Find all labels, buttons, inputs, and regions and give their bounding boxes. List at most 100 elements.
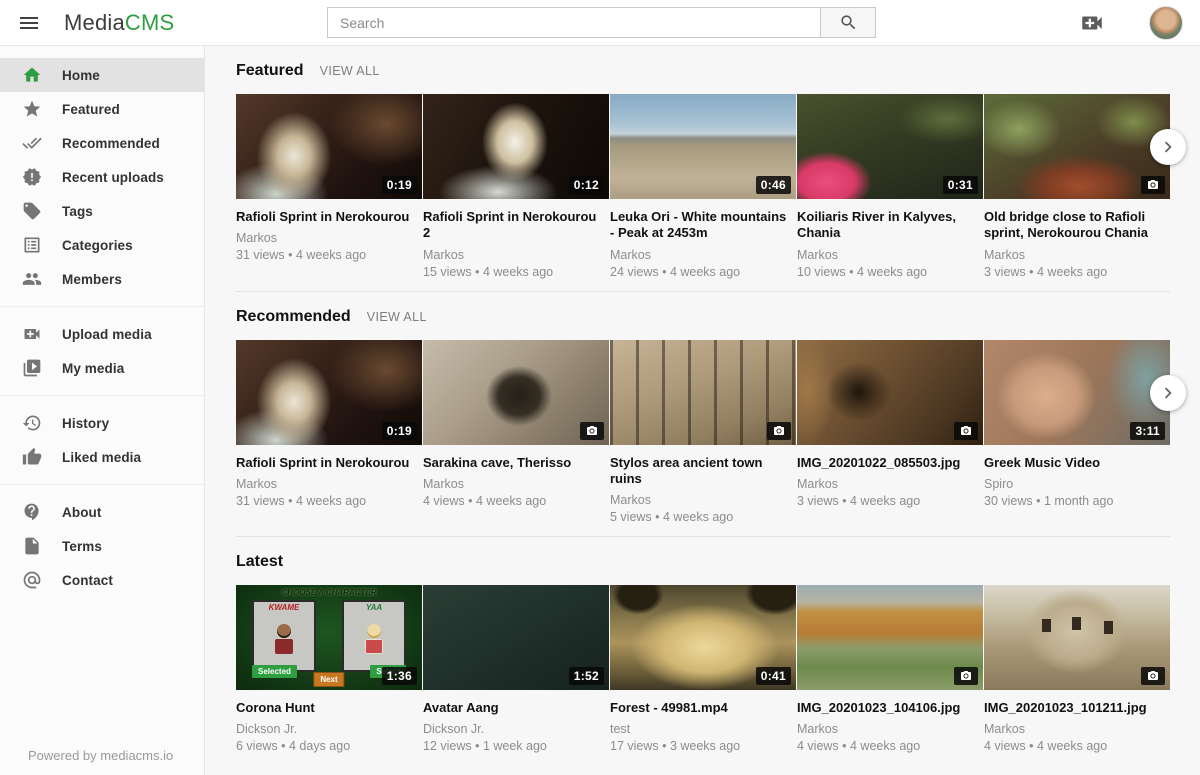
sidebar-item-featured[interactable]: Featured (0, 92, 204, 126)
sidebar-item-upload-media[interactable]: Upload media (0, 317, 204, 351)
media-author[interactable]: test (610, 722, 796, 736)
media-author[interactable]: Dickson Jr. (236, 722, 422, 736)
sidebar-group: Upload mediaMy media (0, 306, 204, 389)
search-button[interactable] (821, 7, 876, 38)
media-thumbnail[interactable] (797, 340, 983, 445)
media-author[interactable]: Markos (236, 477, 422, 491)
media-author[interactable]: Markos (423, 248, 609, 262)
media-title[interactable]: IMG_20201023_101211.jpg (984, 700, 1170, 716)
media-title[interactable]: Old bridge close to Rafioli sprint, Nero… (984, 209, 1170, 242)
media-author[interactable]: Markos (610, 493, 796, 507)
duration-badge: 0:12 (569, 176, 604, 194)
media-author[interactable]: Markos (797, 248, 983, 262)
sidebar-item-my-media[interactable]: My media (0, 351, 204, 385)
media-title[interactable]: Rafioli Sprint in Nerokourou 2 (423, 209, 609, 242)
media-card[interactable]: Stylos area ancient town ruinsMarkos5 vi… (610, 340, 796, 525)
media-author[interactable]: Dickson Jr. (423, 722, 609, 736)
media-thumbnail[interactable]: 0:12 (423, 94, 609, 199)
media-card[interactable]: 3:11 Greek Music Video Spiro 30 views • 1 m… (984, 340, 1170, 525)
media-card[interactable]: 0:46 Leuka Ori - White mountains - Peak a… (610, 94, 796, 279)
duration-badge: 0:31 (943, 176, 978, 194)
sidebar-item-recommended[interactable]: Recommended (0, 126, 204, 160)
view-all-link[interactable]: VIEW ALL (320, 64, 380, 78)
media-card[interactable]: 0:41Forest - 49981.mp4test17 views • 3 w… (610, 585, 796, 753)
media-title[interactable]: Sarakina cave, Therisso (423, 455, 609, 471)
media-author[interactable]: Markos (797, 477, 983, 491)
sidebar-item-members[interactable]: Members (0, 262, 204, 296)
media-author[interactable]: Markos (236, 231, 422, 245)
media-thumbnail[interactable]: 0:41 (610, 585, 796, 690)
media-thumbnail[interactable]: 0:19 (236, 340, 422, 445)
media-card[interactable]: 0:19Rafioli Sprint in NerokourouMarkos31… (236, 94, 422, 279)
sidebar-item-contact[interactable]: Contact (0, 563, 204, 597)
media-card[interactable]: 1:52Avatar AangDickson Jr.12 views • 1 w… (423, 585, 609, 753)
media-card[interactable]: Old bridge close to Rafioli sprint, Nero… (984, 94, 1170, 279)
menu-button[interactable] (16, 11, 42, 35)
media-title[interactable]: Leuka Ori - White mountains - Peak at 24… (610, 209, 796, 242)
scroll-next-button[interactable] (1150, 129, 1186, 165)
photo-badge (767, 422, 791, 440)
sidebar-item-categories[interactable]: Categories (0, 228, 204, 262)
media-views-date: 30 views • 1 month ago (984, 494, 1170, 508)
media-card[interactable]: IMG_20201023_101211.jpgMarkos4 views • 4… (984, 585, 1170, 753)
game-heading-text: CHOOSE A CHARACTER (236, 588, 422, 597)
star-icon (22, 99, 42, 119)
search-bar (327, 7, 876, 38)
media-title[interactable]: Forest - 49981.mp4 (610, 700, 796, 716)
media-card[interactable]: Sarakina cave, TherissoMarkos4 views • 4… (423, 340, 609, 525)
media-thumbnail[interactable]: 0:46 (610, 94, 796, 199)
media-card[interactable]: 0:12 Rafioli Sprint in Nerokourou 2 Markos… (423, 94, 609, 279)
sidebar-item-history[interactable]: History (0, 406, 204, 440)
view-all-link[interactable]: VIEW ALL (367, 310, 427, 324)
sidebar-item-home[interactable]: Home (0, 58, 204, 92)
scroll-next-button[interactable] (1150, 375, 1186, 411)
search-input[interactable] (327, 7, 821, 38)
media-author[interactable]: Markos (984, 722, 1170, 736)
game-character-sprite (275, 624, 293, 654)
media-title[interactable]: Greek Music Video (984, 455, 1170, 471)
duration-badge: 0:19 (382, 176, 417, 194)
sidebar-item-about[interactable]: About (0, 495, 204, 529)
media-title[interactable]: Rafioli Sprint in Nerokourou (236, 455, 422, 471)
duration-badge: 0:41 (756, 667, 791, 685)
logo[interactable]: MediaCMS (64, 10, 174, 36)
media-thumbnail[interactable]: 3:11 (984, 340, 1170, 445)
upload-media-button[interactable] (1079, 10, 1105, 36)
media-author[interactable]: Spiro (984, 477, 1170, 491)
media-title[interactable]: Koiliaris River in Kalyves, Chania (797, 209, 983, 242)
media-title[interactable]: IMG_20201022_085503.jpg (797, 455, 983, 471)
media-thumbnail[interactable]: CHOOSE A CHARACTERKWAMEYAASelectedNextSe… (236, 585, 422, 690)
media-author[interactable]: Markos (610, 248, 796, 262)
sidebar-item-label: Liked media (62, 450, 141, 465)
media-thumbnail[interactable]: 0:31 (797, 94, 983, 199)
duration-badge: 3:11 (1130, 422, 1165, 440)
media-thumbnail[interactable]: 1:52 (423, 585, 609, 690)
media-thumbnail[interactable] (610, 340, 796, 445)
media-thumbnail[interactable] (423, 340, 609, 445)
media-title[interactable]: Corona Hunt (236, 700, 422, 716)
media-card[interactable]: 0:19Rafioli Sprint in NerokourouMarkos31… (236, 340, 422, 525)
media-thumbnail[interactable]: 0:19 (236, 94, 422, 199)
media-title[interactable]: Rafioli Sprint in Nerokourou (236, 209, 422, 225)
sidebar-group: HomeFeaturedRecommendedRecent uploadsTag… (0, 54, 204, 300)
sidebar: HomeFeaturedRecommendedRecent uploadsTag… (0, 46, 205, 775)
media-author[interactable]: Markos (797, 722, 983, 736)
media-card[interactable]: CHOOSE A CHARACTERKWAMEYAASelectedNextSe… (236, 585, 422, 753)
media-title[interactable]: IMG_20201023_104106.jpg (797, 700, 983, 716)
sidebar-item-tags[interactable]: Tags (0, 194, 204, 228)
media-author[interactable]: Markos (984, 248, 1170, 262)
media-card[interactable]: IMG_20201023_104106.jpgMarkos4 views • 4… (797, 585, 983, 753)
sidebar-item-liked-media[interactable]: Liked media (0, 440, 204, 474)
sidebar-item-recent-uploads[interactable]: Recent uploads (0, 160, 204, 194)
user-avatar[interactable] (1149, 6, 1183, 40)
camera-icon (773, 425, 785, 437)
media-title[interactable]: Stylos area ancient town ruins (610, 455, 796, 488)
sidebar-item-terms[interactable]: Terms (0, 529, 204, 563)
media-author[interactable]: Markos (423, 477, 609, 491)
media-card[interactable]: IMG_20201022_085503.jpgMarkos3 views • 4… (797, 340, 983, 525)
media-thumbnail[interactable] (984, 585, 1170, 690)
media-thumbnail[interactable] (797, 585, 983, 690)
media-title[interactable]: Avatar Aang (423, 700, 609, 716)
media-card[interactable]: 0:31 Koiliaris River in Kalyves, Chania Ma… (797, 94, 983, 279)
media-thumbnail[interactable] (984, 94, 1170, 199)
